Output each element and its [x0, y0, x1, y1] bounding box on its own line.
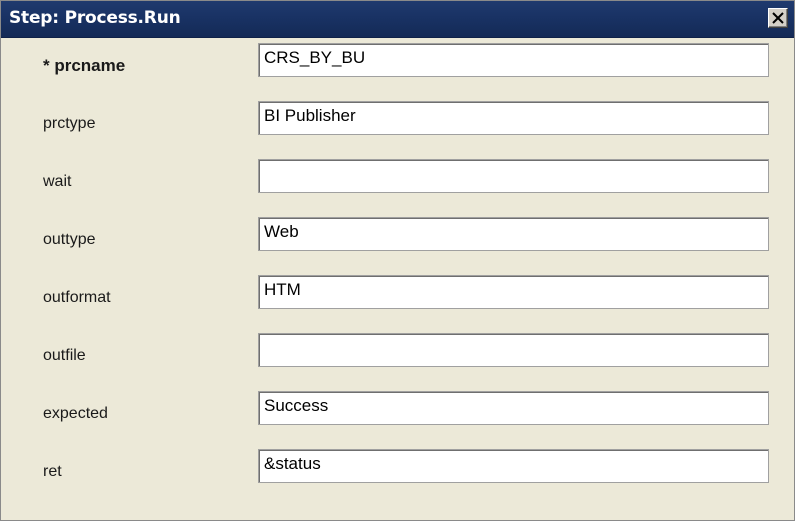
prctype-input[interactable]: BI Publisher — [258, 101, 769, 135]
outfile-label: outfile — [43, 347, 86, 364]
field-row-outformat: outformat HTM — [1, 270, 794, 328]
expected-label: expected — [43, 405, 108, 422]
outformat-label: outformat — [43, 289, 111, 306]
field-row-outfile: outfile — [1, 328, 794, 386]
wait-label: wait — [43, 173, 72, 190]
field-row-ret: ret &status — [1, 444, 794, 502]
outfile-input[interactable] — [258, 333, 769, 367]
title-bar[interactable]: Step: Process.Run — [1, 1, 794, 38]
field-row-outtype: outtype Web — [1, 212, 794, 270]
field-row-expected: expected Success — [1, 386, 794, 444]
step-parameters-form: * prcname CRS_BY_BU prctype BI Publisher… — [1, 38, 794, 520]
wait-input[interactable] — [258, 159, 769, 193]
ret-label: ret — [43, 463, 62, 480]
close-icon — [772, 12, 784, 24]
field-row-wait: wait — [1, 154, 794, 212]
outformat-input[interactable]: HTM — [258, 275, 769, 309]
expected-input[interactable]: Success — [258, 391, 769, 425]
prctype-label: prctype — [43, 115, 96, 132]
prcname-label: * prcname — [43, 56, 126, 75]
prcname-input[interactable]: CRS_BY_BU — [258, 43, 769, 77]
outtype-input[interactable]: Web — [258, 217, 769, 251]
field-row-prctype: prctype BI Publisher — [1, 96, 794, 154]
dialog-title: Step: Process.Run — [9, 8, 181, 28]
field-row-prcname: * prcname CRS_BY_BU — [1, 38, 794, 96]
ret-input[interactable]: &status — [258, 449, 769, 483]
outtype-label: outtype — [43, 231, 96, 248]
close-button[interactable] — [768, 8, 788, 28]
process-run-dialog: Step: Process.Run * prcname CRS_BY_BU pr… — [0, 0, 795, 521]
